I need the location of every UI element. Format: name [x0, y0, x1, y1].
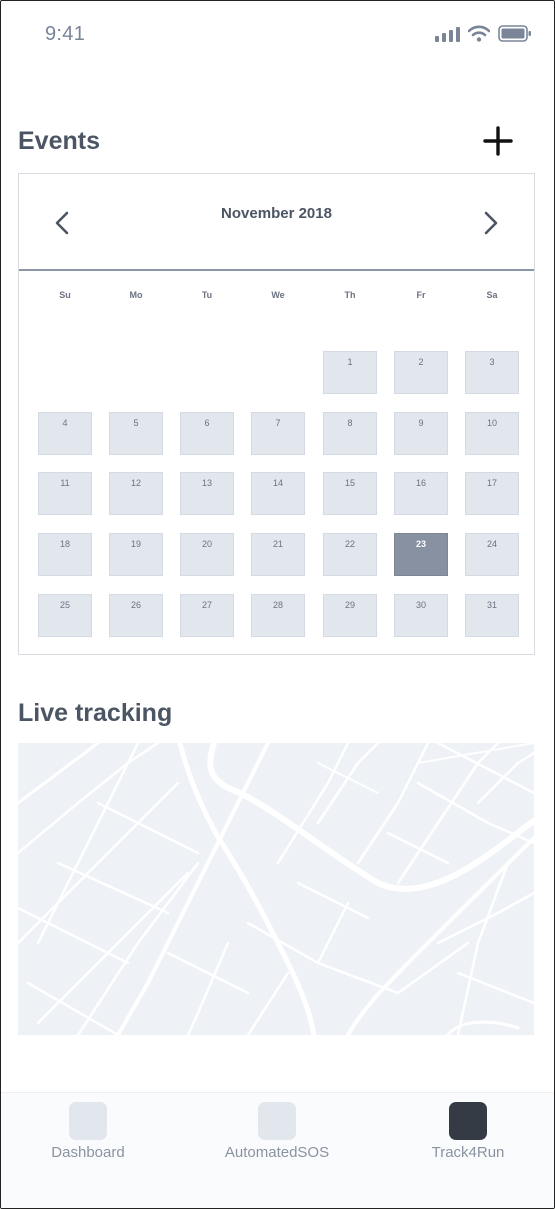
phone-screen: 9:41 Events November 2018 Su Mo Tu We Th… — [0, 0, 555, 1209]
calendar-day[interactable]: 10 — [465, 412, 519, 455]
calendar-day[interactable]: 26 — [109, 594, 163, 637]
calendar-day[interactable]: 2 — [394, 351, 448, 394]
calendar-month-label: November 2018 — [221, 205, 332, 222]
signal-icon — [435, 26, 460, 42]
calendar-day[interactable]: 15 — [323, 472, 377, 515]
weekday-label: Su — [59, 290, 71, 300]
calendar-day[interactable]: 22 — [323, 533, 377, 576]
events-title: Events — [18, 127, 100, 155]
calendar-day[interactable]: 18 — [38, 533, 92, 576]
calendar-day[interactable]: 30 — [394, 594, 448, 637]
bottom-navigation: Dashboard AutomatedSOS Track4Run — [1, 1092, 554, 1208]
live-tracking-title: Live tracking — [18, 699, 173, 727]
next-month-button[interactable] — [478, 208, 504, 238]
weekday-label: Th — [344, 290, 356, 300]
add-event-button[interactable] — [481, 123, 515, 157]
calendar-day[interactable]: 11 — [38, 472, 92, 515]
wifi-icon — [468, 25, 490, 42]
calendar-day[interactable]: 27 — [180, 594, 234, 637]
nav-item-automatedsos[interactable]: AutomatedSOS — [207, 1102, 347, 1161]
calendar-day[interactable]: 16 — [394, 472, 448, 515]
calendar-day[interactable]: 31 — [465, 594, 519, 637]
calendar-day[interactable]: 5 — [109, 412, 163, 455]
calendar-day[interactable]: 1 — [323, 351, 377, 394]
status-icons — [435, 25, 532, 42]
track4run-icon — [449, 1102, 487, 1140]
map-streets — [18, 743, 534, 1035]
calendar-day[interactable]: 29 — [323, 594, 377, 637]
calendar-day[interactable]: 19 — [109, 533, 163, 576]
calendar-day[interactable]: 14 — [251, 472, 305, 515]
automatedsos-icon — [258, 1102, 296, 1140]
weekday-label: Tu — [201, 290, 213, 300]
calendar-day[interactable]: 17 — [465, 472, 519, 515]
calendar-header: November 2018 — [19, 174, 534, 271]
nav-item-track4run[interactable]: Track4Run — [398, 1102, 538, 1161]
dashboard-icon — [69, 1102, 107, 1140]
calendar-day[interactable]: 13 — [180, 472, 234, 515]
calendar-day[interactable]: 12 — [109, 472, 163, 515]
nav-label-track4run: Track4Run — [431, 1144, 505, 1161]
calendar: November 2018 Su Mo Tu We Th Fr Sa 1 2 3 4 5 6 7 8 9 10… — [18, 173, 535, 655]
calendar-day[interactable]: 9 — [394, 412, 448, 455]
calendar-day[interactable]: 25 — [38, 594, 92, 637]
calendar-day-selected[interactable]: 23 — [394, 533, 448, 576]
calendar-day[interactable]: 8 — [323, 412, 377, 455]
nav-item-dashboard[interactable]: Dashboard — [18, 1102, 158, 1161]
calendar-day[interactable]: 20 — [180, 533, 234, 576]
nav-label-automatedsos: AutomatedSOS — [224, 1144, 330, 1161]
weekday-label: Fr — [416, 290, 426, 300]
weekday-label: Mo — [129, 290, 143, 300]
weekday-label: We — [271, 290, 285, 300]
calendar-day[interactable]: 3 — [465, 351, 519, 394]
weekday-label: Sa — [486, 290, 498, 300]
calendar-day[interactable]: 21 — [251, 533, 305, 576]
calendar-day[interactable]: 7 — [251, 412, 305, 455]
calendar-day[interactable]: 24 — [465, 533, 519, 576]
battery-icon — [498, 25, 531, 42]
status-time: 9:41 — [45, 23, 86, 45]
weekday-row: Su Mo Tu We Th Fr Sa — [19, 290, 534, 304]
nav-label-dashboard: Dashboard — [51, 1144, 125, 1161]
calendar-day[interactable]: 4 — [38, 412, 92, 455]
live-tracking-map[interactable] — [18, 743, 534, 1035]
calendar-day[interactable]: 28 — [251, 594, 305, 637]
calendar-day[interactable]: 6 — [180, 412, 234, 455]
